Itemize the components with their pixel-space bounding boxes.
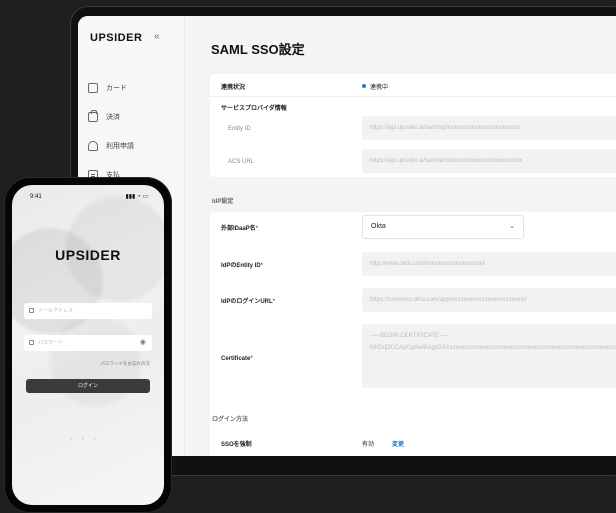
entity-id-label: Entity ID [228,126,251,132]
idp-section-label: IdP設定 [212,199,234,205]
idp-entity-label: IdPのEntity ID* [221,263,264,269]
eye-icon[interactable]: ◉ [140,335,146,351]
status-label: 連携状況 [221,85,246,91]
phone-frame: 9:41 ▮▮▮ ◔ ▭ UPSIDER メールアドレス パスワード ◉ パスワ… [4,177,172,513]
required-mark: * [255,226,259,232]
lock-icon [29,340,34,345]
card-icon [88,83,98,93]
sidebar-item-card[interactable]: カード [88,76,178,100]
sidebar-nav: カード 決済 利用申請 支払 [88,76,178,192]
sso-force-label: SSOを強制 [221,442,252,448]
page-title: SAML SSO設定 [211,42,305,57]
entity-id-field[interactable]: https://api.upsider.ai/saml/sp/xxxxxxxxx… [362,116,616,140]
idp-settings-card: 外部IDaaP名* Okta ⌄ IdPのEntity ID* http://w… [210,212,616,452]
bag-icon [88,110,98,122]
main-content: SAML SSO設定 連携状況 連携中 サービスプロバイダ情報 Entity I… [184,16,616,456]
status-icons: ▮▮▮ ◔ ▭ [125,194,148,200]
status-time: 9:41 [30,194,42,200]
chevron-down-icon: ⌄ [509,223,515,230]
idp-name-label: 外部IDaaP名* [221,226,259,232]
forgot-password-link[interactable]: パスワードをお忘れの方 [101,361,151,367]
acs-url-field[interactable]: https://api.upsider.ai/saml/acs/xxxxxxxx… [362,149,616,173]
email-field[interactable]: メールアドレス [24,303,152,319]
login-method-card: SSOを強制 有効 変更 [210,432,616,456]
mail-icon [29,308,34,313]
login-section-label: ログイン方法 [212,417,249,423]
status-dot-icon [362,84,366,88]
password-field[interactable]: パスワード ◉ [24,335,152,351]
page-indicator: • • • [70,437,100,443]
change-link[interactable]: 変更 [392,439,404,448]
idp-name-select[interactable]: Okta ⌄ [362,215,524,239]
idp-login-url-label: IdPのログインURL* [221,299,276,305]
required-mark: * [272,299,276,305]
sidebar-item-payment[interactable]: 決済 [88,105,178,129]
sidebar-item-label: 決済 [106,114,120,121]
acs-url-label: ACS URL [228,159,255,165]
required-mark: * [250,356,253,362]
app-logo: UPSIDER [90,32,143,44]
sidebar-item-label: カード [106,85,127,92]
sidebar-item-usage-request[interactable]: 利用申請 [88,134,178,158]
status-value: 連携中 [370,85,389,91]
required-mark: * [260,263,264,269]
phone-app-logo: UPSIDER [55,247,121,263]
login-button[interactable]: ログイン [26,379,150,393]
phone-screen: 9:41 ▮▮▮ ◔ ▭ UPSIDER メールアドレス パスワード ◉ パスワ… [12,185,164,505]
certificate-textarea[interactable]: -----BEGIN CERTIFICATE----- MIIDqDCCApCg… [362,324,616,388]
divider [210,96,616,97]
certificate-label: Certificate* [221,356,253,362]
person-icon [88,141,98,151]
sidebar-item-label: 利用申請 [106,143,134,150]
idp-login-url-field[interactable]: https://xxxxxxxx.okta.com/app/xxxxxxxxxx… [362,288,616,312]
sp-info-card: 連携状況 連携中 サービスプロバイダ情報 Entity ID https://a… [210,74,616,177]
idp-entity-id-field[interactable]: http://www.okta.com/xxxxxxxxxxxxxxxxxxxx [362,252,616,276]
sp-section-label: サービスプロバイダ情報 [221,106,287,112]
collapse-sidebar-icon[interactable]: « [154,31,160,42]
sso-force-value: 有効 [362,442,375,448]
